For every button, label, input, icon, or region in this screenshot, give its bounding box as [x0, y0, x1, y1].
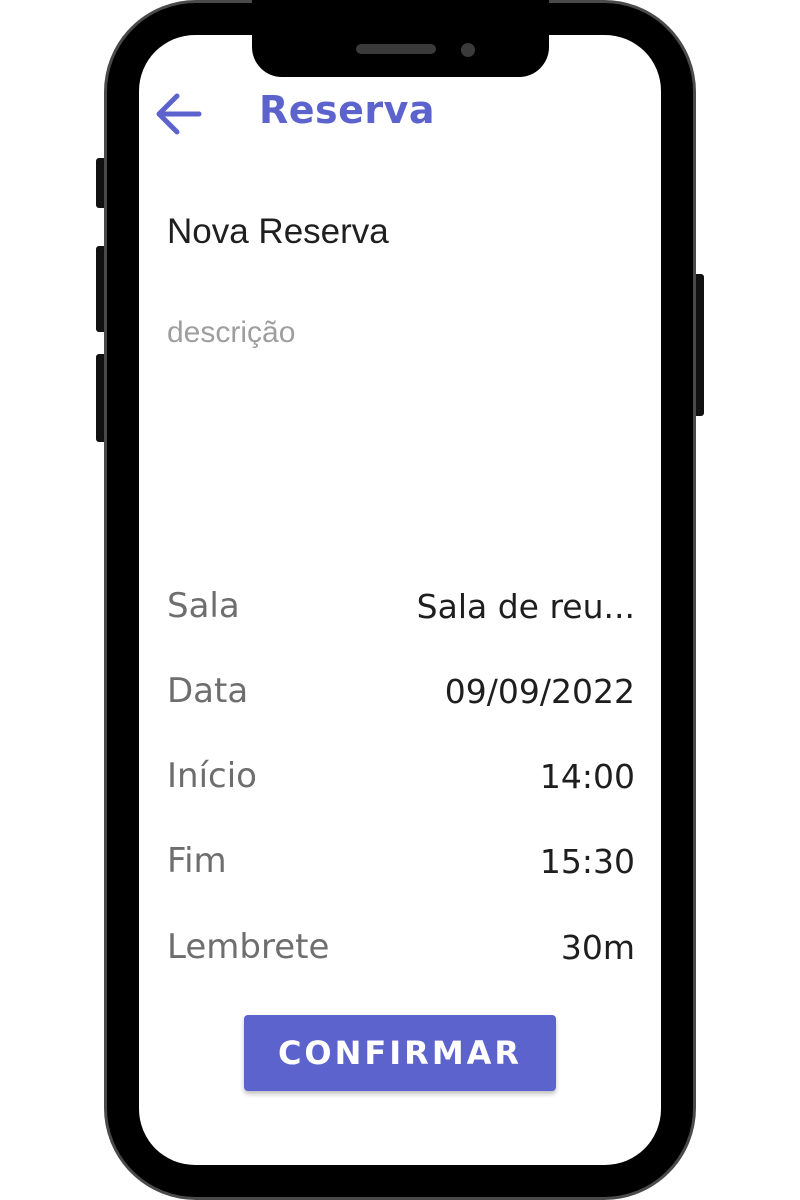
detail-row-fim[interactable]: Fim 15:30	[167, 835, 635, 887]
sala-value[interactable]: Sala de reu...	[417, 587, 635, 626]
page-title: Reserva	[259, 88, 436, 132]
detail-row-lembrete[interactable]: Lembrete 30m	[167, 921, 635, 973]
lembrete-label: Lembrete	[167, 927, 330, 967]
arrow-left-icon[interactable]	[155, 92, 203, 136]
fim-label: Fim	[167, 841, 227, 881]
description-input[interactable]	[167, 316, 637, 516]
speaker-grille	[356, 44, 436, 54]
data-label: Data	[167, 671, 249, 711]
lembrete-value[interactable]: 30m	[561, 928, 635, 967]
detail-row-data[interactable]: Data 09/09/2022	[167, 665, 635, 717]
inicio-label: Início	[167, 756, 257, 796]
fim-value[interactable]: 15:30	[540, 842, 635, 881]
detail-row-inicio[interactable]: Início 14:00	[167, 750, 635, 802]
form-title: Nova Reserva	[167, 212, 389, 251]
phone-mockup: Reserva Nova Reserva Sala Sala de reu...…	[0, 0, 800, 1200]
data-value[interactable]: 09/09/2022	[445, 672, 635, 711]
inicio-value[interactable]: 14:00	[540, 757, 635, 796]
detail-row-sala[interactable]: Sala Sala de reu...	[167, 580, 635, 632]
front-camera	[461, 43, 475, 57]
confirm-button[interactable]: CONFIRMAR	[244, 1015, 556, 1091]
sala-label: Sala	[167, 586, 240, 626]
notch	[252, 0, 549, 77]
